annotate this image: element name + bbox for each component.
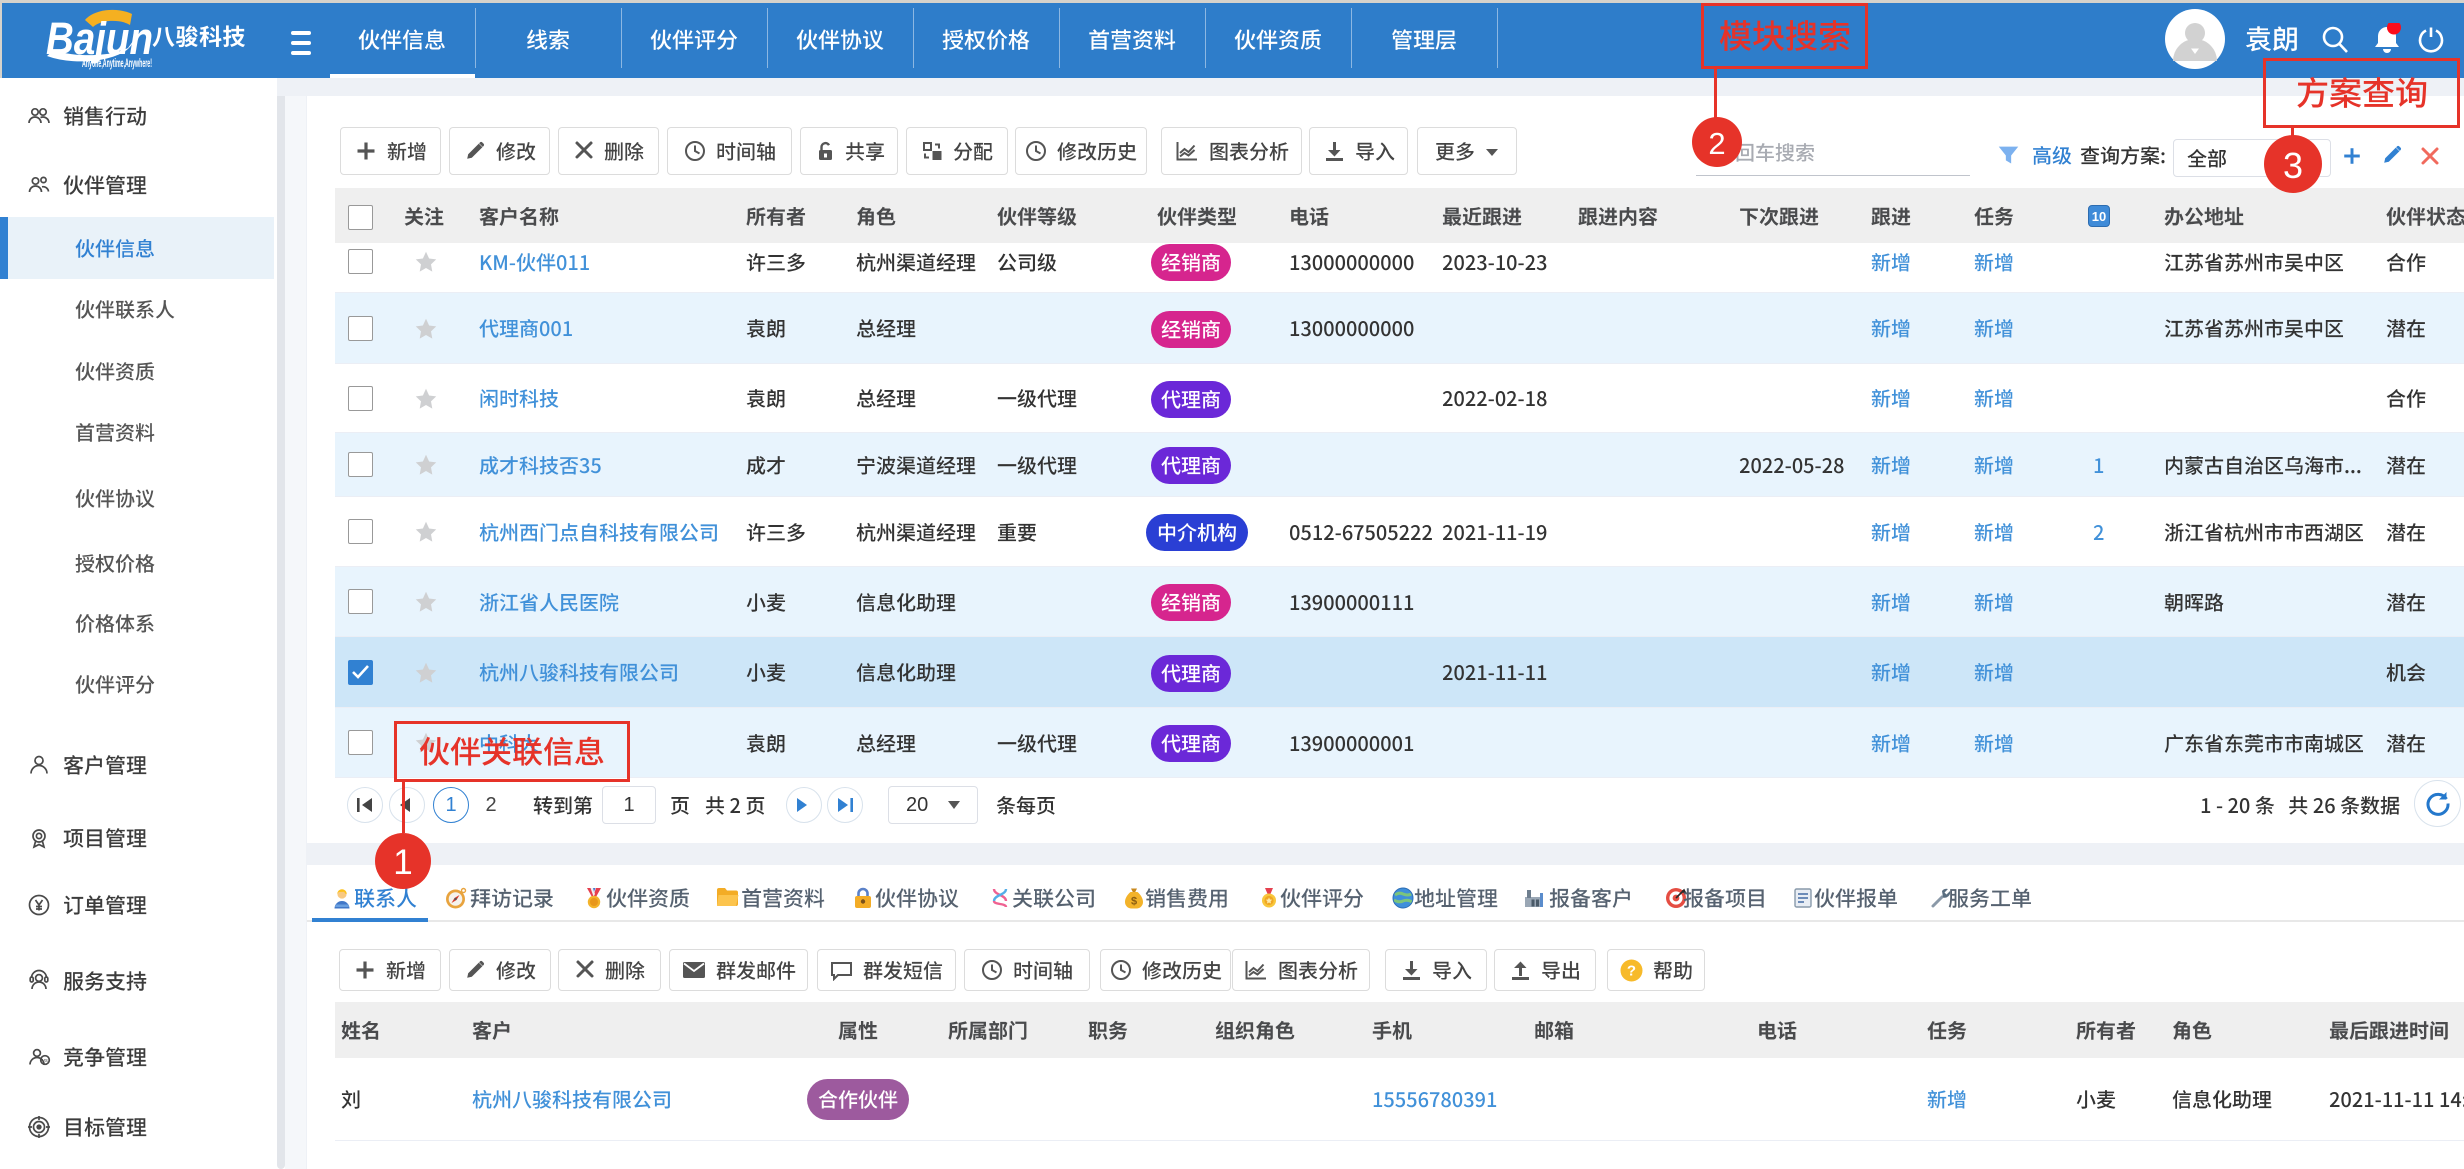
svg-text:$: $: [1131, 896, 1137, 908]
svg-text:Anyone,Anytime,Anywhere!: Anyone,Anytime,Anywhere!: [82, 58, 152, 70]
svg-text:?: ?: [1626, 963, 1635, 980]
svg-text:vs: vs: [42, 1058, 48, 1064]
